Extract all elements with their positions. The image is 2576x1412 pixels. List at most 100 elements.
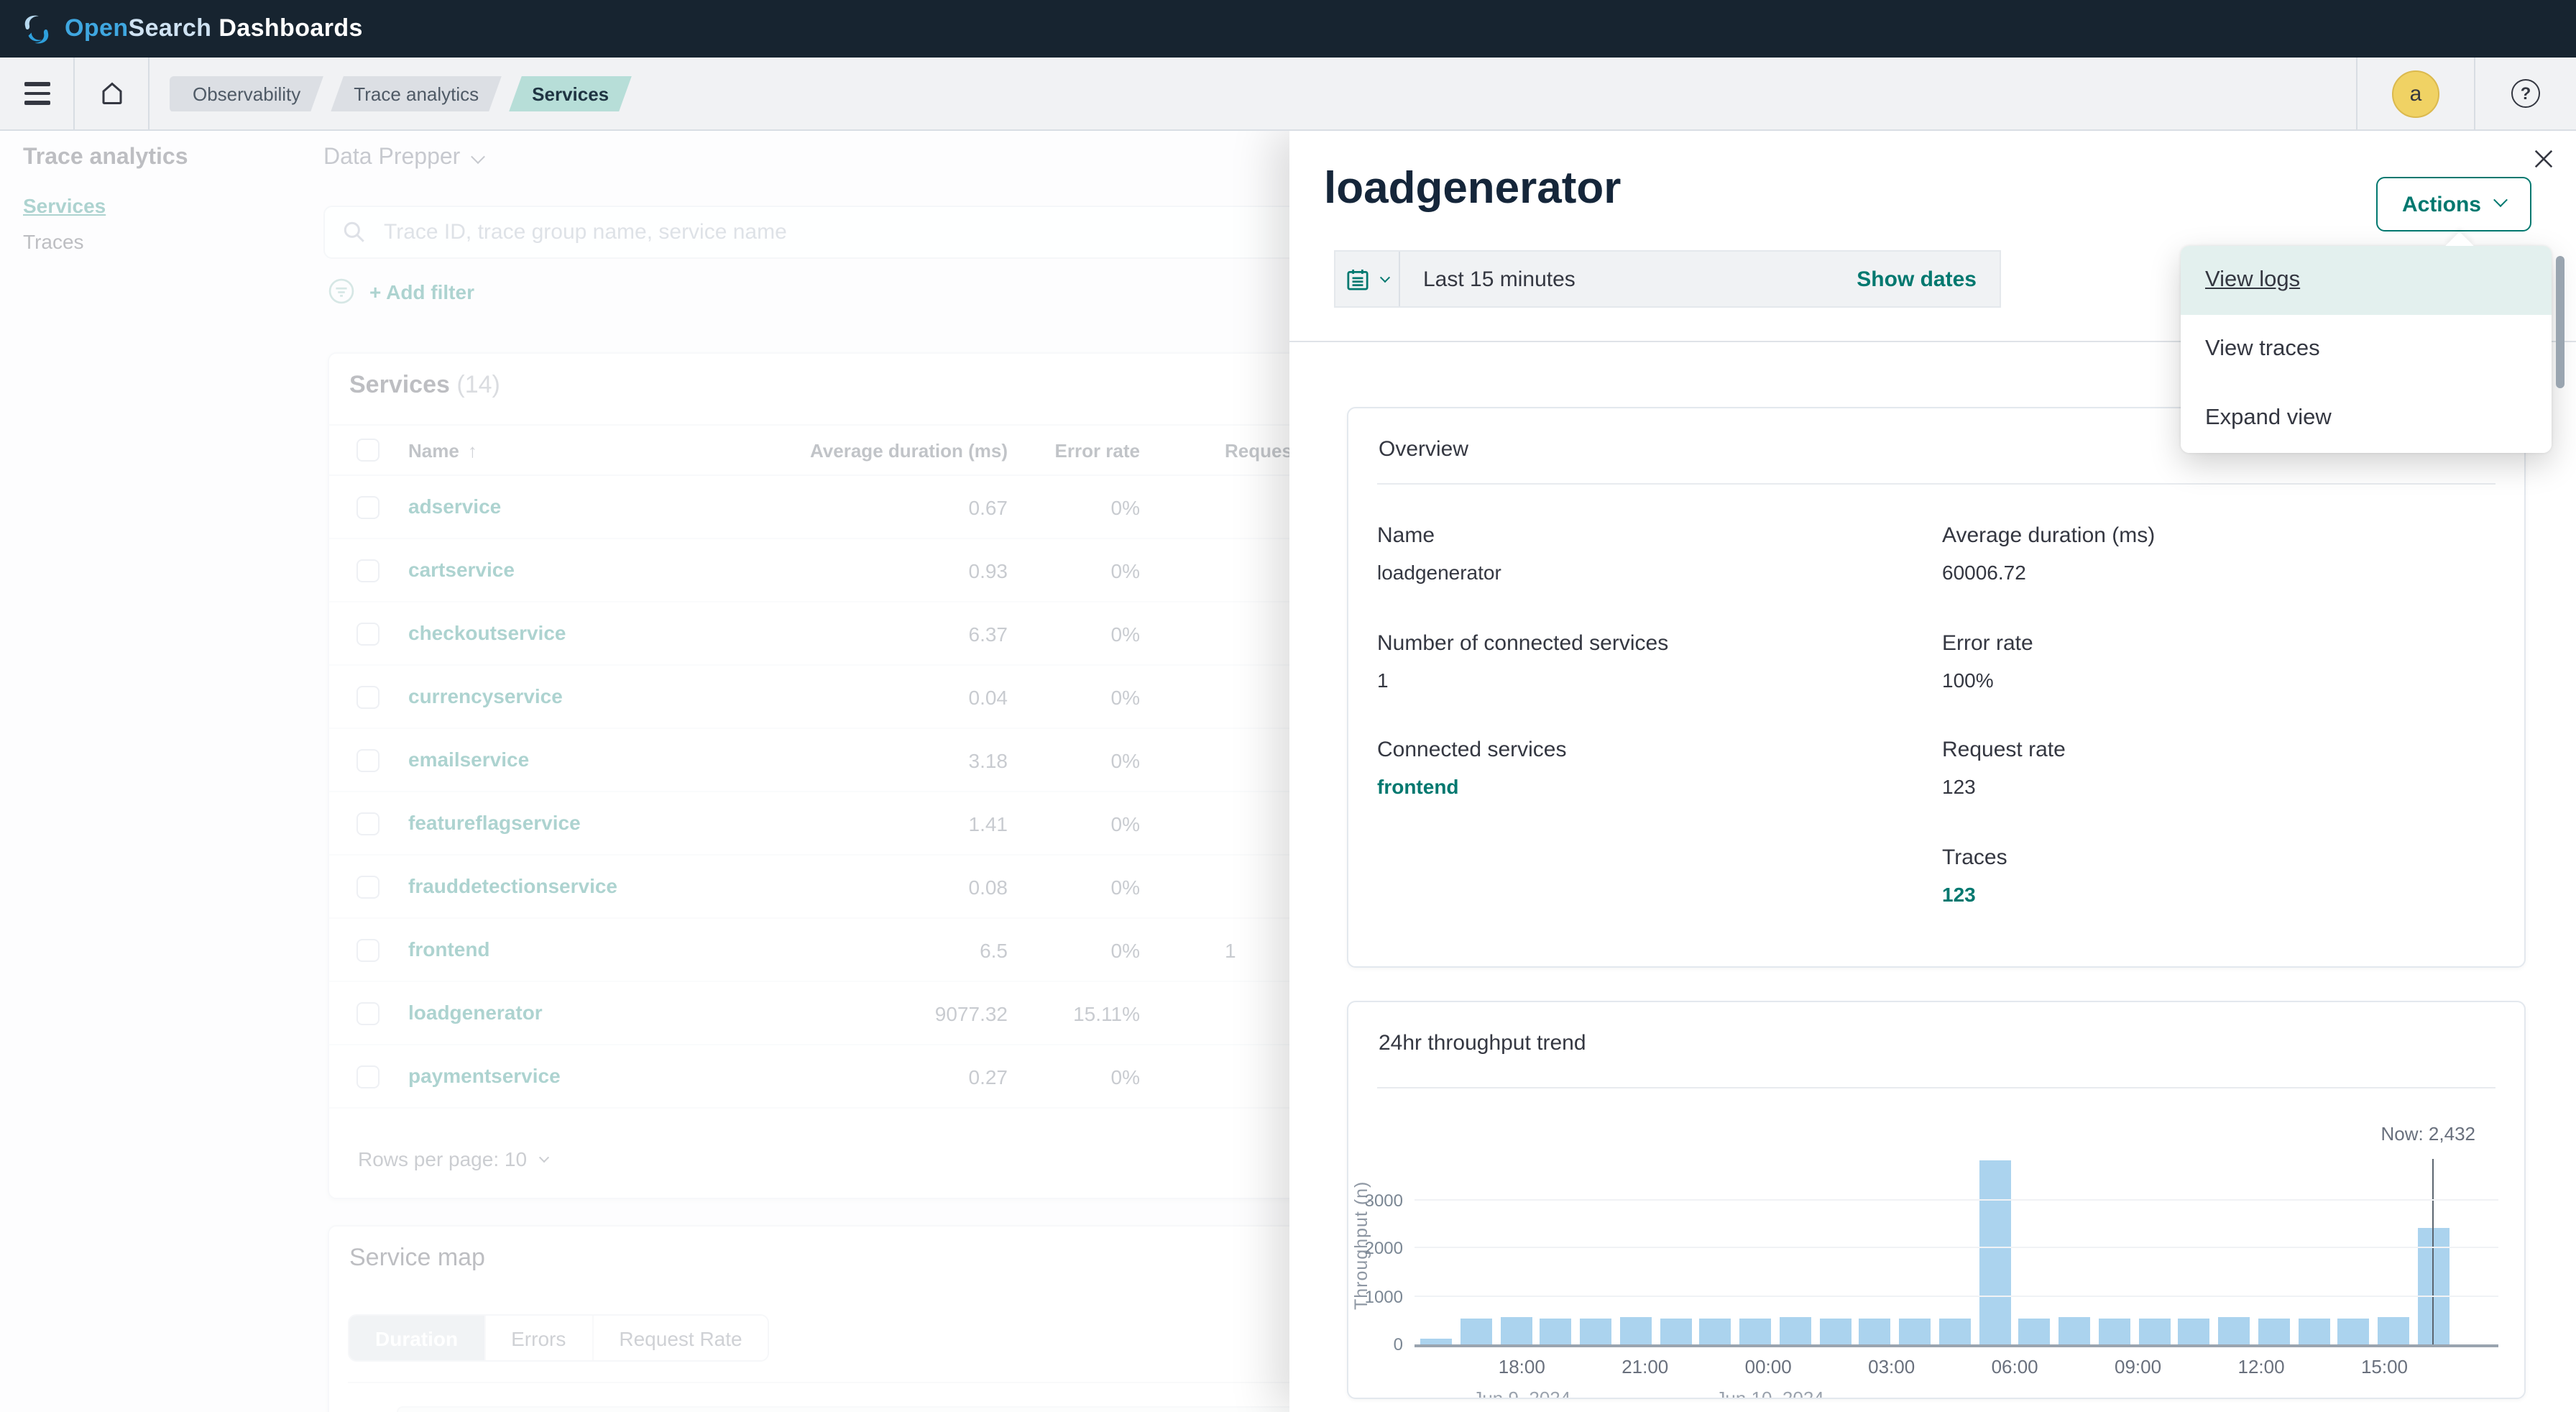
breadcrumb-item[interactable]: Trace analytics xyxy=(331,75,502,111)
field-value: 60006.72 xyxy=(1942,561,2155,584)
bar xyxy=(1979,1161,2010,1344)
bar xyxy=(1540,1318,1572,1344)
menu-item-view-logs[interactable]: View logs xyxy=(2181,246,2552,315)
x-axis-tick: 00:00 xyxy=(1745,1356,1792,1377)
bar xyxy=(1819,1318,1851,1344)
actions-button[interactable]: Actions xyxy=(2376,177,2531,231)
x-axis-tick: 18:00 xyxy=(1499,1356,1545,1377)
nav-divider xyxy=(148,58,150,129)
overview-field: Request rate 123 xyxy=(1942,738,2066,798)
bar xyxy=(1700,1319,1731,1344)
x-axis-tick: 15:00 xyxy=(2361,1356,2408,1377)
bar xyxy=(2099,1318,2130,1344)
flyout-scrollbar-thumb[interactable] xyxy=(2556,256,2564,388)
bar xyxy=(1500,1318,1532,1344)
time-range-value[interactable]: Last 15 minutes xyxy=(1400,267,1857,291)
breadcrumbs: ObservabilityTrace analyticsServices xyxy=(170,75,632,111)
x-axis-date-label: Jun 10, 2024 xyxy=(1716,1388,1823,1399)
x-axis-tick: 12:00 xyxy=(2237,1356,2284,1377)
field-value: 123 xyxy=(1942,775,2066,798)
show-dates-link[interactable]: Show dates xyxy=(1857,267,2000,291)
menu-button[interactable] xyxy=(0,57,73,130)
app-title: OpenSearchDashboards xyxy=(65,14,363,43)
breadcrumb-item[interactable]: Services xyxy=(509,75,632,111)
y-axis-tick: 1000 xyxy=(1365,1286,1403,1306)
y-axis-tick: 2000 xyxy=(1365,1238,1403,1258)
menu-item-expand-view[interactable]: Expand view xyxy=(2181,384,2552,453)
field-label: Error rate xyxy=(1942,631,2033,655)
actions-menu: View logsView tracesExpand view xyxy=(2181,246,2552,453)
close-flyout-button[interactable] xyxy=(2527,142,2559,174)
x-axis-tick: 21:00 xyxy=(1622,1356,1668,1377)
overview-field: Error rate 100% xyxy=(1942,631,2033,691)
x-axis-date-label: Jun 9, 2024 xyxy=(1473,1388,1570,1399)
y-axis-tick: 3000 xyxy=(1365,1191,1403,1211)
bar xyxy=(1580,1318,1611,1344)
flyout-title: loadgenerator xyxy=(1324,162,1621,214)
field-label: Connected services xyxy=(1377,738,1566,762)
bar xyxy=(2258,1318,2290,1344)
overview-field: Nameloadgenerator xyxy=(1377,523,1501,584)
throughput-chart: Throughput (n) Now: 2,432 0100020003000 xyxy=(1414,1146,2498,1347)
field-label: Traces xyxy=(1942,845,2007,869)
bar xyxy=(1739,1318,1771,1344)
bar xyxy=(1420,1338,1452,1344)
bar xyxy=(1939,1318,1971,1344)
gridline xyxy=(1414,1295,2498,1296)
overview-field: Traces 123 xyxy=(1942,845,2007,905)
chevron-down-icon xyxy=(2493,193,2508,207)
bar xyxy=(2179,1318,2210,1344)
field-value: 1 xyxy=(1377,668,1668,691)
opensearch-logo[interactable]: OpenSearchDashboards xyxy=(20,12,363,45)
app-header: OpenSearchDashboards xyxy=(0,0,2576,58)
nav-bar: ObservabilityTrace analyticsServices a ? xyxy=(0,58,2576,131)
overview-field: Average duration (ms) 60006.72 xyxy=(1942,523,2155,584)
bar xyxy=(2138,1318,2170,1344)
now-annotation-line xyxy=(2432,1159,2434,1344)
bar xyxy=(1460,1318,1492,1344)
opensearch-dashboards-app: OpenSearchDashboards ObservabilityTrace … xyxy=(0,0,2576,1412)
hamburger-icon xyxy=(24,83,50,104)
menu-item-view-traces[interactable]: View traces xyxy=(2181,315,2552,384)
nav-right: a ? xyxy=(2356,57,2576,130)
bar xyxy=(1660,1318,1691,1344)
chart-title: 24hr throughput trend xyxy=(1379,1031,1586,1055)
bar xyxy=(1899,1318,1931,1344)
quick-select-button[interactable] xyxy=(1335,267,1399,291)
close-icon xyxy=(2532,147,2554,169)
x-axis-tick: 09:00 xyxy=(2115,1356,2161,1377)
divider xyxy=(1377,1087,2496,1088)
bar xyxy=(1859,1318,1891,1344)
breadcrumb-item[interactable]: Observability xyxy=(170,75,323,111)
nav-divider xyxy=(2356,57,2358,130)
field-value-link[interactable]: 123 xyxy=(1942,882,2007,905)
field-label: Average duration (ms) xyxy=(1942,523,2155,548)
bar xyxy=(2019,1318,2051,1344)
field-label: Request rate xyxy=(1942,738,2066,762)
divider xyxy=(1377,483,2496,485)
opensearch-logo-icon xyxy=(20,12,53,45)
overview-title: Overview xyxy=(1379,437,1468,462)
gridline xyxy=(1414,1247,2498,1248)
chevron-down-icon xyxy=(1380,272,1390,282)
gridline xyxy=(1414,1199,2498,1201)
field-value: loadgenerator xyxy=(1377,561,1501,584)
bar xyxy=(1620,1318,1652,1344)
home-icon xyxy=(97,79,126,108)
bar xyxy=(2338,1318,2370,1344)
overview-panel: Overview Nameloadgenerator Average durati… xyxy=(1347,407,2526,968)
time-range-picker: Last 15 minutes Show dates xyxy=(1334,250,2001,308)
avatar[interactable]: a xyxy=(2392,70,2439,117)
home-button[interactable] xyxy=(75,57,148,130)
field-value-link[interactable]: frontend xyxy=(1377,775,1566,798)
y-axis-tick: 0 xyxy=(1394,1334,1403,1354)
bar xyxy=(2058,1318,2090,1344)
field-value: 100% xyxy=(1942,668,2033,691)
actions-menu-items: View logsView tracesExpand view xyxy=(2181,246,2552,453)
overview-field: Connected services frontend xyxy=(1377,738,1566,798)
x-axis-tick: 03:00 xyxy=(1868,1356,1915,1377)
bar xyxy=(2218,1318,2250,1344)
overview-field: Number of connected services1 xyxy=(1377,631,1668,691)
calendar-icon xyxy=(1346,267,1370,291)
help-icon[interactable]: ? xyxy=(2511,79,2540,108)
